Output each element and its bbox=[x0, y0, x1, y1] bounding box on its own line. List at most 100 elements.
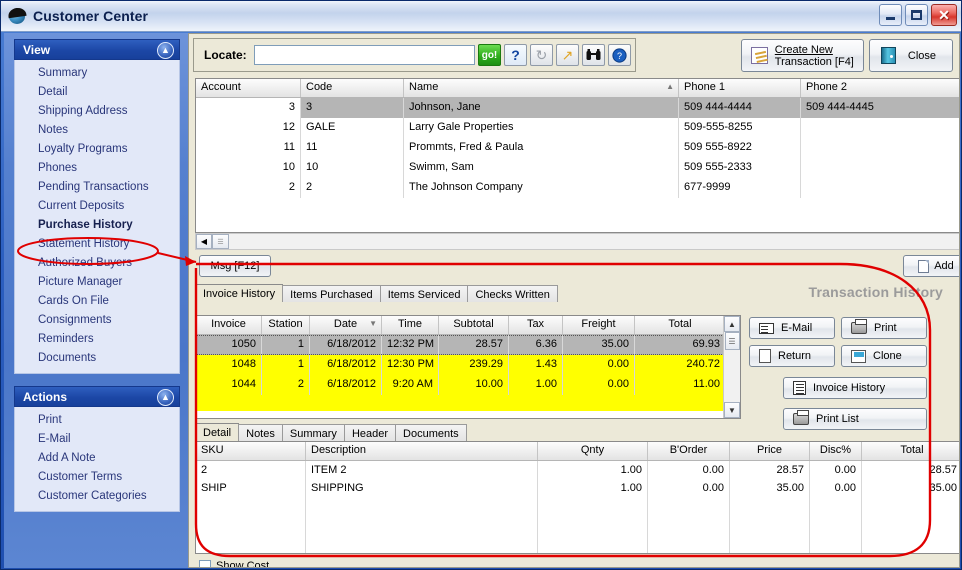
column-header-price[interactable]: Price bbox=[730, 442, 810, 460]
chevron-up-icon[interactable]: ▲ bbox=[157, 389, 174, 406]
view-panel-header[interactable]: View ▲ bbox=[14, 39, 180, 60]
sidebar-item-picture-manager[interactable]: Picture Manager bbox=[15, 273, 179, 292]
sidebar-action-add-a-note[interactable]: Add A Note bbox=[15, 449, 179, 468]
sidebar-item-loyalty-programs[interactable]: Loyalty Programs bbox=[15, 140, 179, 159]
customer-grid-horizontal-scrollbar[interactable]: ◀ ☰ ▶ bbox=[195, 233, 959, 250]
column-header-date[interactable]: Date ▼ bbox=[310, 316, 382, 334]
cell-name: The Johnson Company bbox=[404, 178, 679, 198]
column-header-sku[interactable]: SKU bbox=[196, 442, 306, 460]
column-header-tax[interactable]: Tax bbox=[509, 316, 563, 334]
scroll-up-icon[interactable]: ▲ bbox=[724, 316, 740, 332]
table-row[interactable]: 1050 1 6/18/2012 12:32 PM 28.57 6.36 35.… bbox=[196, 335, 740, 355]
sidebar-action-email[interactable]: E-Mail bbox=[15, 430, 179, 449]
print-button[interactable]: Print bbox=[841, 317, 927, 339]
sidebar-item-shipping-address[interactable]: Shipping Address bbox=[15, 102, 179, 121]
column-header-code[interactable]: Code bbox=[301, 79, 404, 97]
column-header-total[interactable]: Total bbox=[862, 442, 959, 460]
sidebar-item-documents[interactable]: Documents bbox=[15, 349, 179, 368]
sidebar-item-phones[interactable]: Phones bbox=[15, 159, 179, 178]
line-item-grid-rows: 2 ITEM 2 1.00 0.00 28.57 0.00 28.57 SHIP… bbox=[196, 461, 959, 553]
sidebar-item-authorized-buyers[interactable]: Authorized Buyers bbox=[15, 254, 179, 273]
locate-input[interactable] bbox=[253, 45, 475, 65]
column-header-phone1[interactable]: Phone 1 bbox=[679, 79, 801, 97]
tab-detail[interactable]: Detail bbox=[195, 423, 240, 441]
tab-items-purchased[interactable]: Items Purchased bbox=[282, 285, 381, 302]
column-header-invoice[interactable]: Invoice bbox=[196, 316, 262, 334]
sidebar-item-pending-transactions[interactable]: Pending Transactions bbox=[15, 178, 179, 197]
sidebar-item-notes[interactable]: Notes bbox=[15, 121, 179, 140]
sidebar-item-cards-on-file[interactable]: Cards On File bbox=[15, 292, 179, 311]
sidebar-action-print[interactable]: Print bbox=[15, 411, 179, 430]
column-header-phone2[interactable]: Phone 2 bbox=[801, 79, 915, 97]
scroll-left-icon[interactable]: ◀ bbox=[196, 234, 212, 249]
email-button[interactable]: E-Mail bbox=[749, 317, 835, 339]
column-header-station[interactable]: Station bbox=[262, 316, 310, 334]
scroll-thumb-horizontal[interactable]: ☰ bbox=[212, 234, 229, 249]
table-row[interactable]: 3 3 Johnson, Jane 509 444-4444 509 444-4… bbox=[196, 98, 959, 118]
tab-items-serviced[interactable]: Items Serviced bbox=[379, 285, 469, 302]
sidebar-item-summary[interactable]: Summary bbox=[15, 64, 179, 83]
column-header-total[interactable]: Total bbox=[635, 316, 725, 334]
tab-summary[interactable]: Summary bbox=[281, 424, 345, 441]
msg-button[interactable]: Msg [F12] bbox=[199, 255, 271, 277]
help-question-icon[interactable]: ? bbox=[504, 44, 527, 66]
about-help-icon[interactable]: ? bbox=[608, 44, 631, 66]
close-window-button[interactable]: ✕ bbox=[931, 4, 957, 26]
invoice-history-button[interactable]: Invoice History bbox=[783, 377, 927, 399]
sidebar-item-purchase-history[interactable]: Purchase History bbox=[15, 216, 179, 235]
table-row[interactable]: 1048 1 6/18/2012 12:30 PM 239.29 1.43 0.… bbox=[196, 355, 740, 375]
table-row[interactable]: 1044 2 6/18/2012 9:20 AM 10.00 1.00 0.00… bbox=[196, 375, 740, 395]
sidebar-action-customer-terms[interactable]: Customer Terms bbox=[15, 468, 179, 487]
column-header-name[interactable]: Name ▲ bbox=[404, 79, 679, 97]
sidebar-item-consignments[interactable]: Consignments bbox=[15, 311, 179, 330]
tab-header[interactable]: Header bbox=[343, 424, 397, 441]
column-header-account[interactable]: Account bbox=[196, 79, 301, 97]
return-button[interactable]: Return bbox=[749, 345, 835, 367]
table-row[interactable]: SHIP SHIPPING 1.00 0.00 35.00 0.00 35.00 bbox=[196, 479, 959, 497]
sidebar-item-current-deposits[interactable]: Current Deposits bbox=[15, 197, 179, 216]
customer-grid[interactable]: Account Code Name ▲ Phone 1 Phone 2 3 3 … bbox=[195, 78, 959, 233]
binoculars-search-icon[interactable] bbox=[582, 44, 605, 66]
chevron-up-icon[interactable]: ▲ bbox=[157, 42, 174, 59]
cell-disc: 0.00 bbox=[810, 479, 862, 497]
clone-button[interactable]: Clone bbox=[841, 345, 927, 367]
column-header-subtotal[interactable]: Subtotal bbox=[439, 316, 509, 334]
create-new-transaction-button[interactable]: Create New Transaction [F4] bbox=[740, 39, 864, 72]
sidebar-item-reminders[interactable]: Reminders bbox=[15, 330, 179, 349]
column-header-disc[interactable]: Disc% bbox=[810, 442, 862, 460]
sidebar-item-statement-history[interactable]: Statement History bbox=[15, 235, 179, 254]
line-item-grid[interactable]: SKU Description Qnty B'Order Price Disc%… bbox=[195, 441, 959, 554]
column-header-freight[interactable]: Freight bbox=[563, 316, 635, 334]
column-header-description[interactable]: Description bbox=[306, 442, 538, 460]
close-button[interactable]: Close bbox=[868, 39, 953, 72]
column-header-qnty[interactable]: Qnty bbox=[538, 442, 648, 460]
maximize-button[interactable] bbox=[905, 4, 928, 26]
tab-notes[interactable]: Notes bbox=[238, 424, 283, 441]
sidebar-item-detail[interactable]: Detail bbox=[15, 83, 179, 102]
column-header-time[interactable]: Time bbox=[382, 316, 439, 334]
scroll-track[interactable] bbox=[725, 350, 740, 402]
minimize-button[interactable] bbox=[879, 4, 902, 26]
invoice-grid[interactable]: Invoice Station Date ▼ Time Subtotal Tax… bbox=[195, 315, 741, 419]
show-cost-checkbox[interactable] bbox=[199, 560, 211, 567]
tab-checks-written[interactable]: Checks Written bbox=[467, 285, 558, 302]
scroll-thumb[interactable]: ☰ bbox=[724, 332, 740, 350]
actions-panel-header[interactable]: Actions ▲ bbox=[14, 386, 180, 407]
refresh-icon[interactable]: ↻ bbox=[530, 44, 553, 66]
table-row[interactable]: 12 GALE Larry Gale Properties 509-555-82… bbox=[196, 118, 959, 138]
table-row[interactable]: 2 2 The Johnson Company 677-9999 bbox=[196, 178, 959, 198]
column-header-border[interactable]: B'Order bbox=[648, 442, 730, 460]
go-button[interactable]: go! bbox=[478, 44, 501, 66]
invoice-grid-vertical-scrollbar[interactable]: ▲ ☰ ▼ bbox=[723, 316, 740, 418]
tab-documents[interactable]: Documents bbox=[395, 424, 467, 441]
sidebar-action-customer-categories[interactable]: Customer Categories bbox=[15, 487, 179, 506]
tab-invoice-history[interactable]: Invoice History bbox=[195, 284, 284, 302]
jump-arrow-icon[interactable]: ↗ bbox=[556, 44, 579, 66]
scroll-down-icon[interactable]: ▼ bbox=[724, 402, 740, 418]
table-row[interactable]: 10 10 Swimm, Sam 509 555-2333 bbox=[196, 158, 959, 178]
add-button[interactable]: Add bbox=[903, 255, 959, 277]
table-row[interactable]: 2 ITEM 2 1.00 0.00 28.57 0.00 28.57 bbox=[196, 461, 959, 479]
show-cost-checkbox-row[interactable]: Show Cost bbox=[199, 560, 269, 567]
table-row[interactable]: 11 11 Prommts, Fred & Paula 509 555-8922 bbox=[196, 138, 959, 158]
print-list-button[interactable]: Print List bbox=[783, 408, 927, 430]
